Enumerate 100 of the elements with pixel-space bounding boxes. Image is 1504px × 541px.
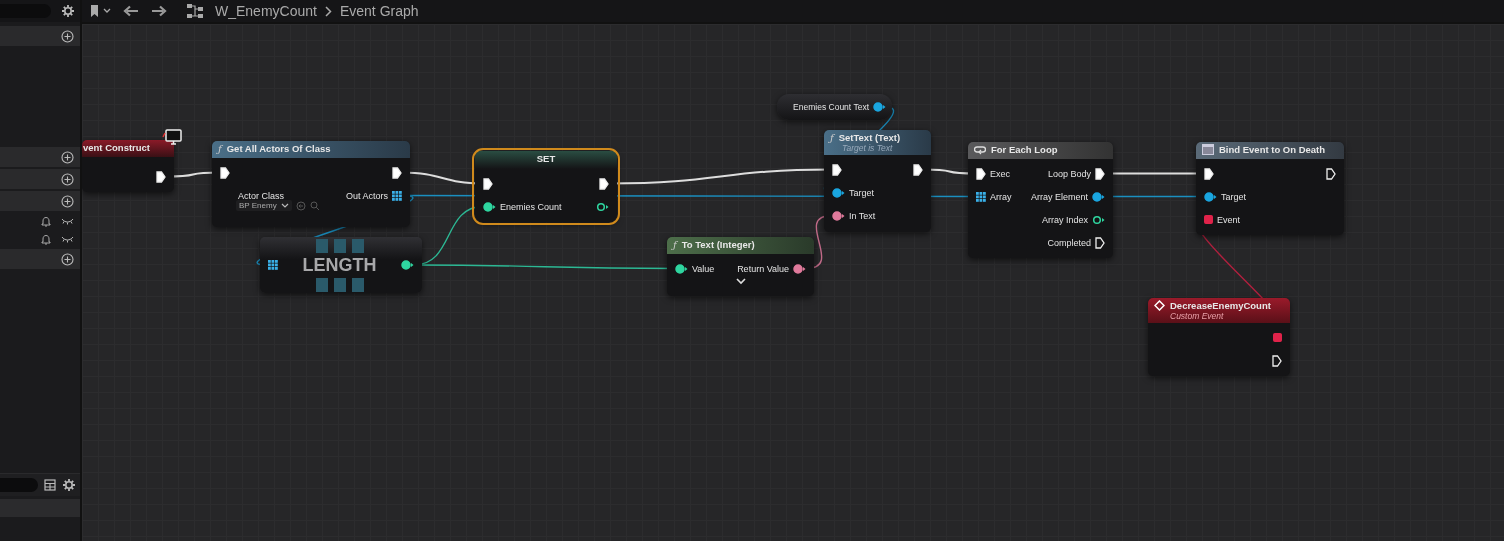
pin-label: Target	[849, 187, 874, 198]
monitor-icon	[162, 129, 182, 147]
graph-icon[interactable]	[187, 4, 203, 18]
forward-arrow-icon[interactable]	[151, 5, 167, 17]
section-header[interactable]	[0, 191, 80, 211]
data-pin-icon[interactable]	[1092, 191, 1105, 202]
data-pin-icon[interactable]	[401, 260, 414, 270]
section-header[interactable]	[0, 169, 80, 189]
graph-node[interactable]: ƒ To Text (Integer) Value Return Value	[667, 237, 814, 296]
exec-pin-icon[interactable]	[483, 177, 493, 190]
add-icon[interactable]	[61, 150, 74, 164]
caret-icon	[280, 202, 289, 209]
loop-icon	[974, 144, 986, 155]
exec-pin-icon[interactable]	[976, 167, 986, 180]
array-pin-icon[interactable]	[268, 260, 278, 270]
table-icon[interactable]	[44, 479, 56, 491]
pin-label: Enemies Count Text	[793, 102, 869, 112]
back-arrow-icon[interactable]	[123, 5, 139, 17]
breadcrumb-current: Event Graph	[339, 3, 419, 19]
chevron-right-icon	[324, 5, 332, 17]
exec-pin-icon[interactable]	[1326, 167, 1336, 180]
graph-node[interactable]: ƒ SetText (Text) Target is Text Target In Text	[824, 130, 931, 232]
data-pin-icon[interactable]	[832, 210, 845, 221]
delegate-pin-icon[interactable]	[1204, 215, 1213, 224]
exec-pin-icon[interactable]	[599, 177, 609, 190]
node-title: vent Construct	[83, 142, 151, 153]
settings-icon[interactable]	[62, 478, 76, 492]
exec-pin-icon[interactable]	[1272, 354, 1282, 367]
caret-icon	[103, 8, 111, 14]
pin-label: Enemies Count	[500, 201, 562, 212]
graph-node[interactable]: DecreaseEnemyCount Custom Event	[1148, 298, 1290, 376]
bell-icon[interactable]	[41, 215, 51, 227]
section-header[interactable]	[0, 26, 80, 46]
bookmark-icon	[90, 5, 99, 17]
variable-node[interactable]: Enemies Count Text	[777, 94, 892, 120]
bars-decoration-icon	[315, 238, 364, 253]
graph-node[interactable]: For Each Loop Exec Array Loop Body Array Element Array Index Completed	[968, 142, 1113, 258]
graph-node[interactable]: ƒ Get All Actors Of Class Actor Class BP Enemy Out Actors	[212, 141, 410, 227]
graph-node[interactable]: vent Construct	[82, 140, 174, 192]
breadcrumb-link[interactable]: W_EnemyCount	[215, 3, 317, 19]
data-pin-icon[interactable]	[873, 102, 886, 112]
node-title: LENGTH	[302, 254, 377, 276]
function-icon: ƒ	[830, 132, 834, 143]
closed-eye-icon[interactable]	[61, 217, 74, 225]
graph-node[interactable]: SET Enemies Count	[475, 151, 617, 222]
exec-pin-icon[interactable]	[1095, 167, 1105, 180]
data-pin-icon[interactable]	[793, 263, 806, 274]
data-pin-icon[interactable]	[1204, 191, 1217, 202]
use-selected-icon[interactable]	[295, 200, 306, 211]
delegate-pin-icon[interactable]	[1273, 333, 1282, 342]
add-icon[interactable]	[61, 252, 74, 266]
data-pin-icon[interactable]	[1092, 214, 1105, 225]
section-header[interactable]	[0, 147, 80, 167]
pin-label: In Text	[849, 210, 876, 221]
pin-label: Value	[692, 263, 715, 274]
bars-decoration-icon	[315, 277, 364, 292]
pin-label: Array Element	[1030, 191, 1088, 202]
pin-label: Array Index	[1041, 214, 1088, 225]
pin-label: Out Actors	[345, 190, 388, 201]
exec-pin-icon[interactable]	[1095, 236, 1105, 249]
exec-pin-icon[interactable]	[832, 163, 842, 176]
exec-pin-icon[interactable]	[156, 170, 166, 183]
function-icon: ƒ	[218, 143, 222, 154]
node-title: Bind Event to On Death	[1219, 144, 1326, 155]
class-dropdown[interactable]: BP Enemy	[236, 200, 292, 211]
data-pin-icon[interactable]	[483, 201, 496, 212]
function-icon: ƒ	[673, 239, 677, 250]
array-pin-icon[interactable]	[392, 190, 402, 201]
pin-label: Return Value	[737, 263, 789, 274]
array-pin-icon[interactable]	[976, 191, 986, 202]
section-header[interactable]	[0, 249, 80, 269]
pin-label: Loop Body	[1047, 168, 1091, 179]
chevron-down-icon[interactable]	[735, 278, 746, 285]
node-title: Get All Actors Of Class	[226, 143, 331, 154]
add-icon[interactable]	[61, 29, 74, 43]
node-title: DecreaseEnemyCount	[1170, 300, 1271, 311]
exec-pin-icon[interactable]	[1204, 167, 1214, 180]
add-icon[interactable]	[61, 194, 74, 208]
add-icon[interactable]	[61, 172, 74, 186]
closed-eye-icon[interactable]	[61, 235, 74, 243]
node-subtitle: Target is Text	[841, 143, 894, 153]
node-title: For Each Loop	[991, 144, 1058, 155]
pin-label: Target	[1221, 191, 1246, 202]
data-pin-icon[interactable]	[596, 201, 609, 212]
window-icon	[1202, 144, 1214, 155]
exec-pin-icon[interactable]	[913, 163, 923, 176]
data-pin-icon[interactable]	[832, 187, 845, 198]
data-pin-icon[interactable]	[675, 263, 688, 274]
settings-icon[interactable]	[61, 4, 75, 18]
bell-icon[interactable]	[41, 233, 51, 245]
graph-node[interactable]: Bind Event to On Death Target Event	[1196, 142, 1344, 235]
exec-pin-icon[interactable]	[392, 166, 402, 179]
graph-node[interactable]: LENGTH	[260, 237, 422, 293]
node-title: SET	[536, 153, 556, 164]
pin-label: Exec	[990, 168, 1010, 179]
search-icon[interactable]	[309, 200, 320, 211]
node-title: SetText (Text)	[838, 132, 901, 143]
exec-pin-icon[interactable]	[220, 166, 230, 179]
bookmark-button[interactable]	[90, 5, 111, 17]
node-subtitle: Custom Event	[1169, 311, 1225, 321]
